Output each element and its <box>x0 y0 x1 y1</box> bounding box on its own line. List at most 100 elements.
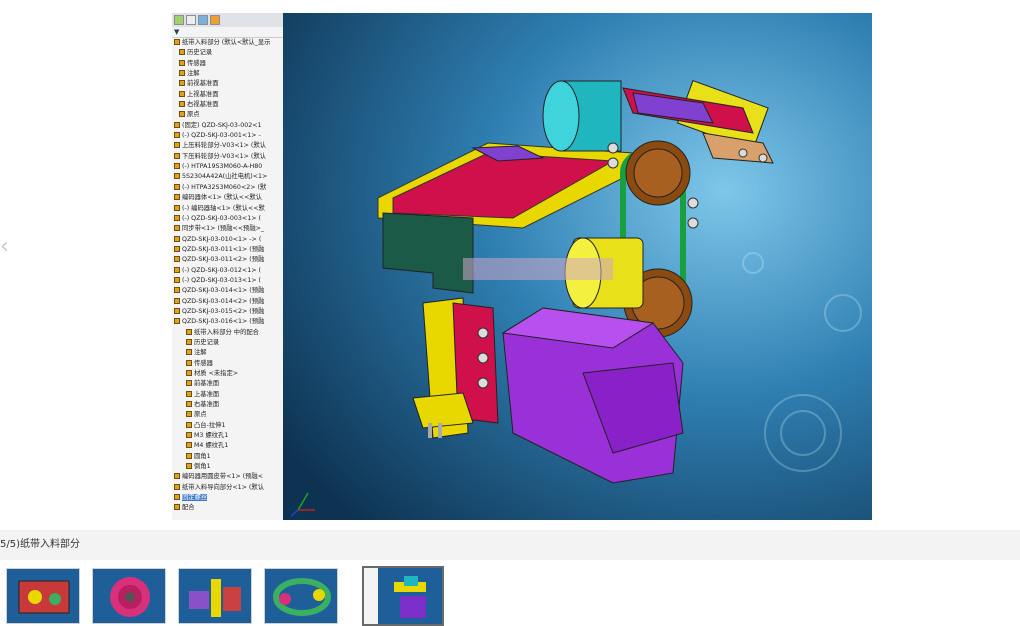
image-viewer: ‹ ▼ 纸带入料部分 (默认<默认_显示 历史记录 传感器 注解 前视基准面 上视基准面右… <box>0 0 1020 530</box>
tree-item[interactable]: 固定螺丝 <box>172 493 283 503</box>
tree-item[interactable]: 历史记录 <box>172 338 283 348</box>
component-icon <box>174 297 180 304</box>
component-icon <box>179 80 185 87</box>
tree-item[interactable]: 上基准面 <box>172 390 283 400</box>
component-icon <box>186 328 192 335</box>
component-icon <box>174 163 180 170</box>
component-icon <box>174 245 180 252</box>
tree-item[interactable]: 倒角1 <box>172 462 283 472</box>
tree-item[interactable]: 前基准面 <box>172 379 283 389</box>
tree-item[interactable]: 凸台-拉伸1 <box>172 421 283 431</box>
tree-item[interactable]: 纸带入料导向部分<1> (默认 <box>172 483 283 493</box>
tree-item[interactable]: 纸带入料部分 中的配合 <box>172 328 283 338</box>
tree-item[interactable]: (-) QZD-SKJ-03-001<1> - <box>172 131 283 141</box>
tree-item-label: 倒角1 <box>194 463 211 471</box>
feature-manager-tab-icon[interactable] <box>174 15 184 25</box>
tree-item-label: 右基准面 <box>194 401 220 409</box>
component-icon <box>186 442 192 449</box>
tree-item[interactable]: 上压料轮部分-V03<1> (默认 <box>172 141 283 151</box>
prev-image-icon[interactable]: ‹ <box>0 235 12 259</box>
tree-item-label: QZD-SKJ-03-011<1> (预融 <box>182 245 265 253</box>
component-icon <box>179 49 185 56</box>
tree-item[interactable]: QZD-SKJ-03-016<1> (预融 <box>172 317 283 327</box>
tree-item-label: QZD-SKJ-03-015<2> (预融 <box>182 307 265 315</box>
tree-item[interactable]: 注解 <box>172 348 283 358</box>
tree-item[interactable]: 编码器体<1> (默认<<默认 <box>172 193 283 203</box>
tree-item[interactable]: 原点 <box>172 110 283 120</box>
component-icon <box>174 121 180 128</box>
tree-item[interactable]: QZD-SKJ-03-014<1> (预融 <box>172 286 283 296</box>
display-manager-tab-icon[interactable] <box>210 15 220 25</box>
tree-item[interactable]: 配合 <box>172 503 283 513</box>
tree-item-label: 编码器体<1> (默认<<默认 <box>182 194 262 202</box>
tree-item[interactable]: (固定) QZD-SKJ-03-002<1 <box>172 121 283 131</box>
tree-item-label: 前视基准面 <box>187 80 219 88</box>
feature-tree-list: 纸带入料部分 (默认<默认_显示 历史记录 传感器 注解 前视基准面 上视基准面 右视基准面… <box>172 38 283 514</box>
thumbnail-4[interactable] <box>264 568 338 624</box>
tree-item[interactable]: 历史记录 <box>172 48 283 58</box>
tree-item-label: 上基准面 <box>194 390 220 398</box>
tree-item[interactable]: QZD-SKJ-03-010<1> -> ( <box>172 235 283 245</box>
thumbnail-5[interactable] <box>362 566 444 626</box>
tree-item-label: 原点 <box>187 111 200 119</box>
tree-item[interactable]: (-) 编码器轴<1> (默认<<默 <box>172 204 283 214</box>
cyan-motor <box>542 80 622 152</box>
tree-item[interactable]: (-) HTPA19S3M060-A-H80 <box>172 162 283 172</box>
tree-item[interactable]: 右视基准面 <box>172 100 283 110</box>
tree-item-label: (-) QZD-SKJ-03-003<1> ( <box>182 214 261 222</box>
tree-item[interactable]: 传感器 <box>172 359 283 369</box>
tree-item-label: (-) HTPA32S3M060<2> (默 <box>182 183 267 191</box>
tree-item[interactable]: 右基准面 <box>172 400 283 410</box>
component-icon <box>174 183 180 190</box>
tree-item[interactable]: 上视基准面 <box>172 90 283 100</box>
model-canvas[interactable] <box>283 13 872 520</box>
tree-item-label: 传感器 <box>187 59 206 67</box>
component-icon <box>174 132 180 139</box>
tree-item-label: (-) HTPA19S3M060-A-H80 <box>182 163 263 171</box>
tree-item[interactable]: 原点 <box>172 410 283 420</box>
tree-item[interactable]: 下压料轮部分-V03<1> (默认 <box>172 152 283 162</box>
property-manager-tab-icon[interactable] <box>186 15 196 25</box>
tree-item[interactable]: 传感器 <box>172 59 283 69</box>
tree-item[interactable]: M4 螺纹孔1 <box>172 441 283 451</box>
tree-item-label: 注解 <box>194 349 207 357</box>
thumbnail-2[interactable] <box>92 568 166 624</box>
feature-tree-tabs <box>172 13 283 27</box>
tree-item[interactable]: (-) QZD-SKJ-03-003<1> ( <box>172 214 283 224</box>
tree-item[interactable]: M3 螺纹孔1 <box>172 431 283 441</box>
component-icon <box>174 307 180 314</box>
tree-item[interactable]: QZD-SKJ-03-011<2> (预融 <box>172 255 283 265</box>
tree-item[interactable]: (-) QZD-SKJ-03-013<1> ( <box>172 276 283 286</box>
tree-item[interactable]: QZD-SKJ-03-014<2> (预融 <box>172 297 283 307</box>
tree-item[interactable]: 材质 <未指定> <box>172 369 283 379</box>
tree-item[interactable]: 前视基准面 <box>172 79 283 89</box>
tree-item[interactable]: 注解 <box>172 69 283 79</box>
component-icon <box>174 483 180 490</box>
component-icon <box>174 204 180 211</box>
tree-item[interactable]: 纸带入料部分 (默认<默认_显示 <box>172 38 283 48</box>
filter-icon[interactable]: ▼ <box>172 27 283 38</box>
configuration-manager-tab-icon[interactable] <box>198 15 208 25</box>
tree-item[interactable]: QZD-SKJ-03-015<2> (预融 <box>172 307 283 317</box>
component-icon <box>174 214 180 221</box>
tree-item[interactable]: 圆角1 <box>172 452 283 462</box>
component-icon <box>186 463 192 470</box>
tree-item-label: 材质 <未指定> <box>194 370 239 377</box>
component-icon <box>179 101 185 108</box>
tree-item[interactable]: (-) QZD-SKJ-03-012<1> ( <box>172 266 283 276</box>
thumbnail-strip <box>0 560 1020 626</box>
tree-item[interactable]: (-) HTPA32S3M060<2> (默 <box>172 183 283 193</box>
tree-item-label: 历史记录 <box>194 338 220 346</box>
component-icon <box>186 432 192 439</box>
tree-item[interactable]: 同步带<1> (预融<<预融>_ <box>172 224 283 234</box>
tree-item-label: 上视基准面 <box>187 90 219 98</box>
tree-item-label: QZD-SKJ-03-016<1> (预融 <box>182 318 265 326</box>
tree-item[interactable]: QZD-SKJ-03-011<1> (预融 <box>172 245 283 255</box>
thumbnail-3[interactable] <box>178 568 252 624</box>
thumbnail-1[interactable] <box>6 568 80 624</box>
component-icon <box>174 39 180 45</box>
component-icon <box>174 142 180 149</box>
tree-item[interactable]: 编码器用圆皮带<1> (预融< <box>172 472 283 482</box>
component-icon <box>186 349 192 356</box>
tree-item[interactable]: 5S2304A42A(山社电机)<1> <box>172 172 283 182</box>
